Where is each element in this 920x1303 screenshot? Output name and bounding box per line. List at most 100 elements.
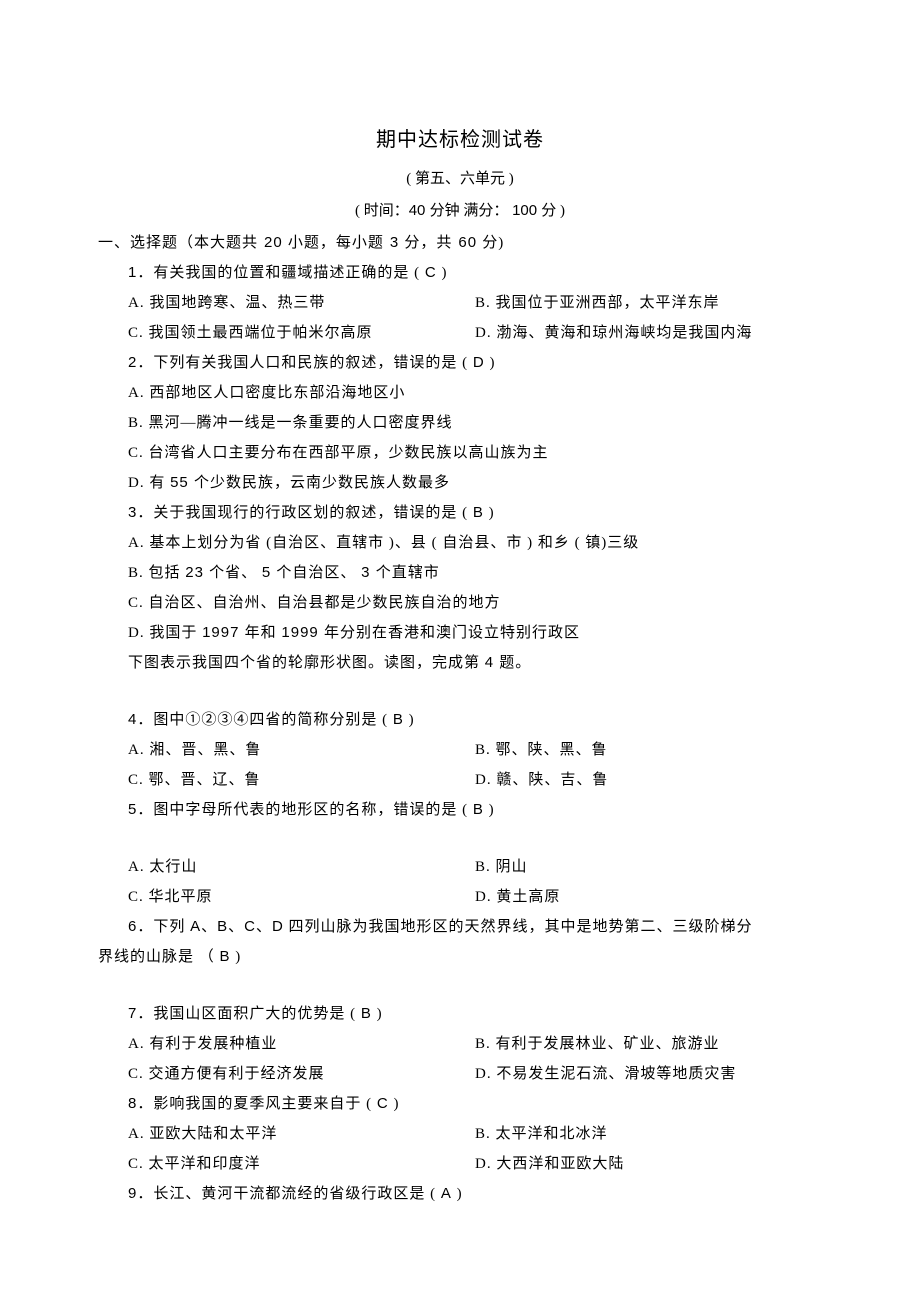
q-text: ．长江、黄河干流都流经的省级行政区是 (	[137, 1186, 441, 1202]
q-ans: B	[473, 801, 484, 818]
spacer	[98, 678, 822, 705]
q2-c: C. 台湾省人口主要分布在西部平原，少数民族以高山族为主	[98, 438, 822, 468]
q8-b: B. 太平洋和北冰洋	[475, 1119, 822, 1149]
q-tail: )	[404, 712, 415, 728]
q1-stem: 1．有关我国的位置和疆域描述正确的是 ( C )	[98, 258, 822, 288]
q5-b: B. 阴山	[475, 852, 822, 882]
q-text: ．下列有关我国人口和民族的叙述，错误的是 (	[137, 355, 473, 371]
q6-stem-line2: 界线的山脉是 （ B )	[98, 942, 822, 972]
q8-opts-ab: A. 亚欧大陆和太平洋 B. 太平洋和北冰洋	[98, 1119, 822, 1149]
q3-d-b: 年和	[245, 625, 282, 641]
section-e: 分，共	[404, 235, 452, 251]
section-heading: 一、选择题（本大题共20 小题，每小题3 分，共60 分)	[98, 228, 822, 258]
q6-txt2: 界线的山脉是 （	[98, 949, 220, 965]
q6-txtc: 四列山脉为我国地形区的天然界线，其中是地势第二、三级阶梯分	[284, 919, 753, 935]
section-b: 20	[264, 234, 288, 251]
q-tail: )	[484, 802, 495, 818]
q5-d: D. 黄土高原	[475, 882, 822, 912]
timing-min-n: 40	[409, 202, 430, 219]
q-ans: B	[361, 1005, 372, 1022]
q6-stem-line1: 6．下列 A、B、C、D 四列山脉为我国地形区的天然界线，其中是地势第二、三级阶…	[98, 912, 822, 942]
q4-c: C. 鄂、晋、辽、鲁	[128, 765, 475, 795]
q-ans: D	[473, 354, 485, 371]
q3-d: D. 我国于 1997 年和 1999 年分别在香港和澳门设立特别行政区	[98, 618, 822, 648]
note1-b: 题。	[499, 655, 531, 671]
q-text: ．图中字母所代表的地形区的名称，错误的是 (	[137, 802, 473, 818]
q7-c: C. 交通方便有利于经济发展	[128, 1059, 475, 1089]
timing-full-n: 100	[512, 202, 541, 219]
q3-b-n3: 3	[361, 564, 376, 581]
q5-c: C. 华北平原	[128, 882, 475, 912]
q3-b-b: 个省、	[209, 565, 262, 581]
q-num: 9	[128, 1185, 137, 1202]
q5-opts-cd: C. 华北平原 D. 黄土高原	[98, 882, 822, 912]
q-tail: )	[485, 355, 496, 371]
q2-stem: 2．下列有关我国人口和民族的叙述，错误的是 ( D )	[98, 348, 822, 378]
q7-d: D. 不易发生泥石流、滑坡等地质灾害	[475, 1059, 822, 1089]
q-tail: )	[452, 1186, 463, 1202]
q3-d-c: 年分别在香港和澳门设立特别行政区	[324, 625, 580, 641]
q4-opts-ab: A. 湘、晋、黑、鲁 B. 鄂、陕、黑、鲁	[98, 735, 822, 765]
note-1: 下图表示我国四个省的轮廓形状图。读图，完成第 4 题。	[98, 648, 822, 678]
q8-d: D. 大西洋和亚欧大陆	[475, 1149, 822, 1179]
q2-a: A. 西部地区人口密度比东部沿海地区小	[98, 378, 822, 408]
q5-stem: 5．图中字母所代表的地形区的名称，错误的是 ( B )	[98, 795, 822, 825]
timing-pre: ( 时间：	[355, 203, 409, 219]
q-tail: )	[437, 265, 448, 281]
section-a: 一、选择题（本大题共	[98, 235, 258, 251]
spacer	[98, 972, 822, 999]
q-num: 8	[128, 1095, 137, 1112]
timing-min-t: 分钟 满分：	[430, 203, 513, 219]
q4-opts-cd: C. 鄂、晋、辽、鲁 D. 赣、陕、吉、鲁	[98, 765, 822, 795]
q1-a: A. 我国地跨寒、温、热三带	[128, 288, 475, 318]
q3-b: B. 包括 23 个省、 5 个自治区、 3 个直辖市	[98, 558, 822, 588]
q-tail: )	[484, 505, 495, 521]
q1-opts-cd: C. 我国领土最西端位于帕米尔高原 D. 渤海、黄海和琼州海峡均是我国内海	[98, 318, 822, 348]
q-text: ．关于我国现行的行政区划的叙述，错误的是 (	[137, 505, 473, 521]
q3-stem: 3．关于我国现行的行政区划的叙述，错误的是 ( B )	[98, 498, 822, 528]
q9-stem: 9．长江、黄河干流都流经的省级行政区是 ( A )	[98, 1179, 822, 1209]
q3-c: C. 自治区、自治州、自治县都是少数民族自治的地方	[98, 588, 822, 618]
q4-a: A. 湘、晋、黑、鲁	[128, 735, 475, 765]
q-num: 5	[128, 801, 137, 818]
exam-page: 期中达标检测试卷 ( 第五、六单元 ) ( 时间：40 分钟 满分： 100 分…	[0, 0, 920, 1303]
q-num: 1	[128, 264, 137, 281]
q-num: 6	[128, 918, 137, 935]
q7-opts-ab: A. 有利于发展种植业 B. 有利于发展林业、矿业、旅游业	[98, 1029, 822, 1059]
section-d: 3	[390, 234, 405, 251]
q6-txtb: A、B、C、D	[190, 918, 284, 935]
q-ans: B	[220, 948, 231, 965]
q4-stem: 4．图中①②③④四省的简称分别是 ( B )	[98, 705, 822, 735]
page-title: 期中达标检测试卷	[98, 120, 822, 160]
q1-d: D. 渤海、黄海和琼州海峡均是我国内海	[475, 318, 822, 348]
q1-c: C. 我国领土最西端位于帕米尔高原	[128, 318, 475, 348]
q-ans: C	[377, 1095, 389, 1112]
q1-opts-ab: A. 我国地跨寒、温、热三带 B. 我国位于亚洲西部，太平洋东岸	[98, 288, 822, 318]
q2-b: B. 黑河—腾冲一线是一条重要的人口密度界线	[98, 408, 822, 438]
q3-b-n1: 23	[185, 564, 209, 581]
q5-opts-ab: A. 太行山 B. 阴山	[98, 852, 822, 882]
note1-a: 下图表示我国四个省的轮廓形状图。读图，完成第	[128, 655, 485, 671]
q-ans: B	[473, 504, 484, 521]
q2-d-a: D. 有	[128, 475, 170, 491]
q2-d: D. 有 55 个少数民族，云南少数民族人数最多	[98, 468, 822, 498]
q-ans: C	[425, 264, 437, 281]
q-tail: )	[389, 1096, 400, 1112]
q2-d-b: 个少数民族，云南少数民族人数最多	[194, 475, 450, 491]
q-text: ．我国山区面积广大的优势是 (	[137, 1006, 361, 1022]
q-tail: )	[372, 1006, 383, 1022]
q-num: 7	[128, 1005, 137, 1022]
q-text: ．有关我国的位置和疆域描述正确的是 (	[137, 265, 425, 281]
q2-d-n: 55	[170, 474, 194, 491]
section-g: 分)	[482, 235, 504, 251]
q8-stem: 8．影响我国的夏季风主要来自于 ( C )	[98, 1089, 822, 1119]
q-text: ．影响我国的夏季风主要来自于 (	[137, 1096, 377, 1112]
q3-d-n1: 1997	[202, 624, 245, 641]
q3-a: A. 基本上划分为省 (自治区、直辖市 )、县 ( 自治县、市 ) 和乡 ( 镇…	[98, 528, 822, 558]
q-num: 4	[128, 711, 137, 728]
q7-a: A. 有利于发展种植业	[128, 1029, 475, 1059]
section-f: 60	[458, 234, 482, 251]
q3-b-n2: 5	[262, 564, 277, 581]
q8-opts-cd: C. 太平洋和印度洋 D. 大西洋和亚欧大陆	[98, 1149, 822, 1179]
spacer	[98, 825, 822, 852]
